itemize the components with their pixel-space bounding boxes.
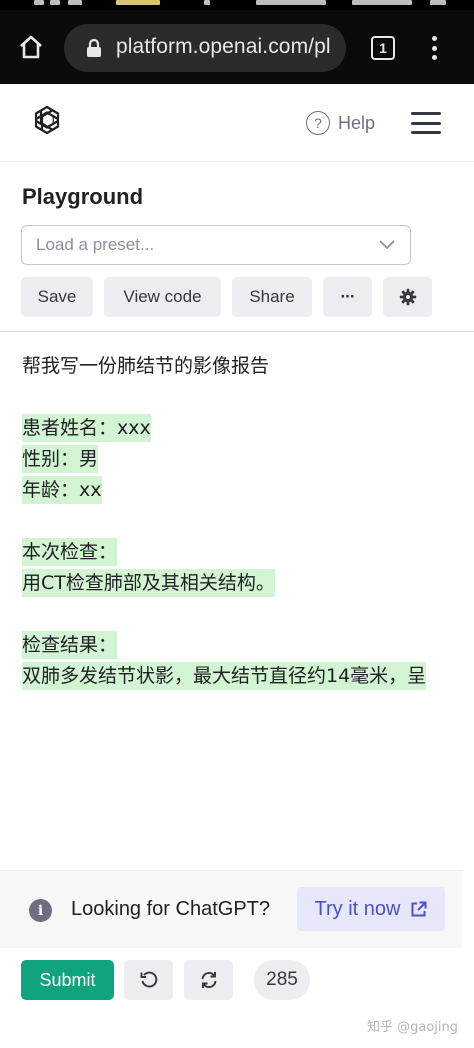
editor-line: 双肺多发结节状影，最大结节直径约14毫米，呈 xyxy=(22,662,427,690)
editor-line: 用CT检查肺部及其相关结构。 xyxy=(22,569,275,597)
info-icon: i xyxy=(29,899,52,922)
external-link-icon xyxy=(411,901,427,916)
lock-icon xyxy=(87,38,101,57)
home-icon[interactable] xyxy=(14,30,48,64)
undo-icon xyxy=(140,971,157,988)
settings-button[interactable] xyxy=(383,277,432,317)
save-button[interactable]: Save xyxy=(21,277,93,317)
tab-count-button[interactable]: 1 xyxy=(371,36,395,60)
view-code-button[interactable]: View code xyxy=(104,277,221,317)
watermark: 知乎 @gaojing xyxy=(367,1020,459,1035)
chevron-down-icon xyxy=(379,240,395,250)
editor-line: 年龄：xx xyxy=(22,476,102,504)
openai-logo[interactable] xyxy=(30,104,64,138)
status-bar xyxy=(0,0,474,10)
preset-select[interactable]: Load a preset... xyxy=(21,225,411,265)
help-link[interactable]: ? Help xyxy=(306,111,375,135)
editor-line: 性别：男 xyxy=(22,445,99,473)
more-options-button[interactable]: ··· xyxy=(323,277,372,317)
editor-line: 本次检查： xyxy=(22,538,118,566)
refresh-icon xyxy=(201,972,216,988)
preset-placeholder: Load a preset... xyxy=(36,235,155,254)
divider xyxy=(0,331,474,332)
chatgpt-banner: i Looking for ChatGPT? Try it now xyxy=(0,870,462,948)
help-label: Help xyxy=(338,112,376,133)
regenerate-button[interactable] xyxy=(184,960,233,1000)
page-title: Playground xyxy=(22,184,144,209)
url-text: platform.openai.com/pl xyxy=(116,35,331,58)
editor-line: 患者姓名：xxx xyxy=(22,414,151,442)
submit-button[interactable]: Submit xyxy=(21,960,114,1000)
try-label: Try it now xyxy=(314,897,401,920)
question-circle-icon: ? xyxy=(306,111,330,135)
gear-icon xyxy=(399,288,416,306)
more-vertical-icon[interactable] xyxy=(426,34,442,62)
token-count: 285 xyxy=(254,960,310,1000)
undo-button[interactable] xyxy=(124,960,173,1000)
browser-chrome: platform.openai.com/pl 1 xyxy=(0,0,474,84)
address-bar[interactable]: platform.openai.com/pl xyxy=(64,24,346,72)
hamburger-icon[interactable] xyxy=(411,112,441,134)
try-chatgpt-button[interactable]: Try it now xyxy=(297,887,445,931)
app-header: ? Help xyxy=(0,84,474,162)
editor-line: 帮我写一份肺结节的影像报告 xyxy=(22,355,270,377)
editor-line: 检查结果： xyxy=(22,631,118,659)
banner-text: Looking for ChatGPT? xyxy=(71,898,270,920)
share-button[interactable]: Share xyxy=(232,277,312,317)
